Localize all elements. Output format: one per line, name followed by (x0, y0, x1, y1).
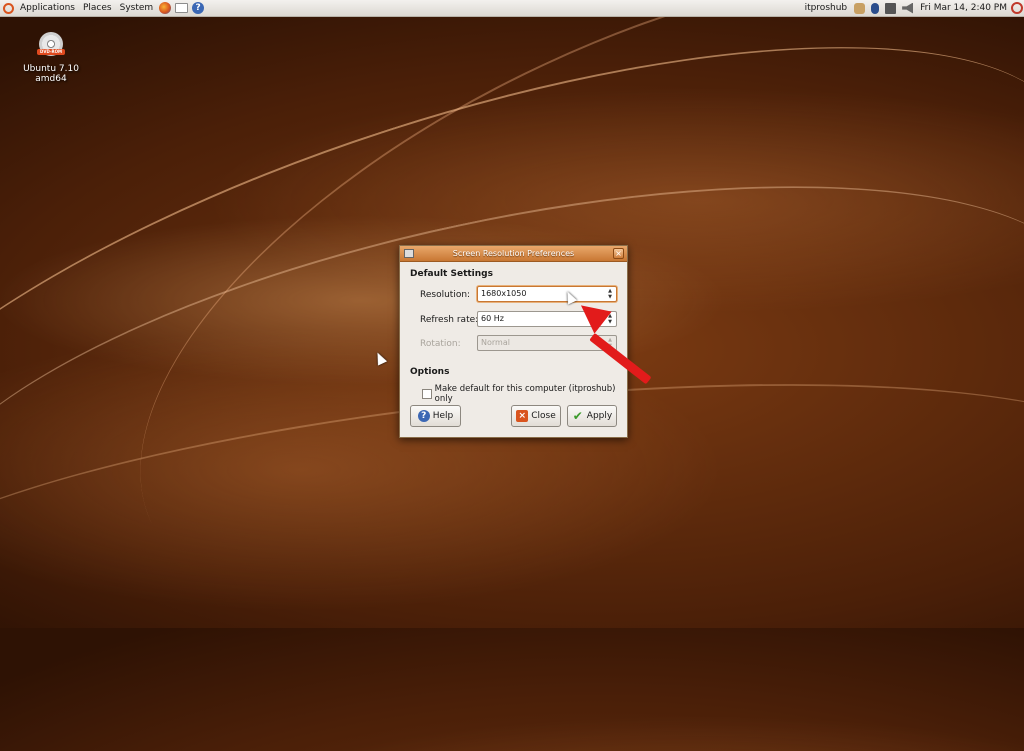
default-settings-heading: Default Settings (410, 269, 493, 279)
dvd-disc-icon: DVD-ROM (37, 32, 65, 56)
help-button-label: Help (432, 411, 454, 421)
firefox-launcher-icon[interactable] (159, 2, 172, 14)
apply-button-label: Apply (586, 411, 613, 421)
close-button-label: Close (531, 411, 556, 421)
network-icon[interactable] (854, 2, 866, 14)
dialog-title: Screen Resolution Preferences (452, 249, 575, 258)
make-default-checkbox[interactable] (422, 389, 432, 399)
mail-launcher-icon[interactable] (175, 3, 189, 13)
rotation-value: Normal (481, 338, 510, 347)
refresh-rate-label: Refresh rate: (420, 315, 479, 325)
help-button[interactable]: ? Help (410, 405, 461, 427)
options-heading: Options (410, 367, 450, 377)
rotation-label: Rotation: (420, 339, 461, 349)
power-icon[interactable] (1011, 2, 1023, 14)
help-launcher-icon[interactable]: ? (192, 2, 205, 14)
resolution-label: Resolution: (420, 290, 471, 300)
user-switcher[interactable]: itproshub (801, 3, 852, 13)
volume-icon[interactable] (902, 2, 914, 14)
mouse-cursor-icon (372, 350, 388, 366)
dvd-badge: DVD-ROM (37, 49, 65, 55)
resolution-value: 1680x1050 (481, 289, 527, 298)
display-icon[interactable] (885, 2, 897, 14)
ubuntu-logo-icon (3, 2, 14, 14)
make-default-label: Make default for this computer (itproshu… (434, 384, 616, 404)
make-default-row[interactable]: Make default for this computer (itproshu… (422, 384, 627, 404)
help-icon: ? (417, 410, 430, 422)
window-close-icon[interactable]: × (613, 248, 624, 259)
dialog-titlebar[interactable]: Screen Resolution Preferences × (400, 246, 627, 262)
top-panel: Applications Places System ? itproshub F… (0, 0, 1024, 17)
menu-places[interactable]: Places (79, 0, 116, 16)
bluetooth-icon[interactable] (871, 2, 880, 14)
checkmark-icon: ✔ (572, 409, 583, 423)
menu-applications[interactable]: Applications (16, 0, 79, 16)
spin-arrows-icon: ▲▼ (608, 288, 612, 300)
desktop-dvd-icon[interactable]: DVD-ROM Ubuntu 7.10 amd64 (10, 32, 92, 84)
menu-system[interactable]: System (116, 0, 158, 16)
clock[interactable]: Fri Mar 14, 2:40 PM (916, 3, 1011, 13)
close-icon: × (516, 410, 529, 422)
apply-button[interactable]: ✔ Apply (567, 405, 617, 427)
close-button[interactable]: × Close (511, 405, 561, 427)
refresh-rate-value: 60 Hz (481, 314, 504, 323)
desktop-icon-label: Ubuntu 7.10 amd64 (23, 64, 79, 84)
